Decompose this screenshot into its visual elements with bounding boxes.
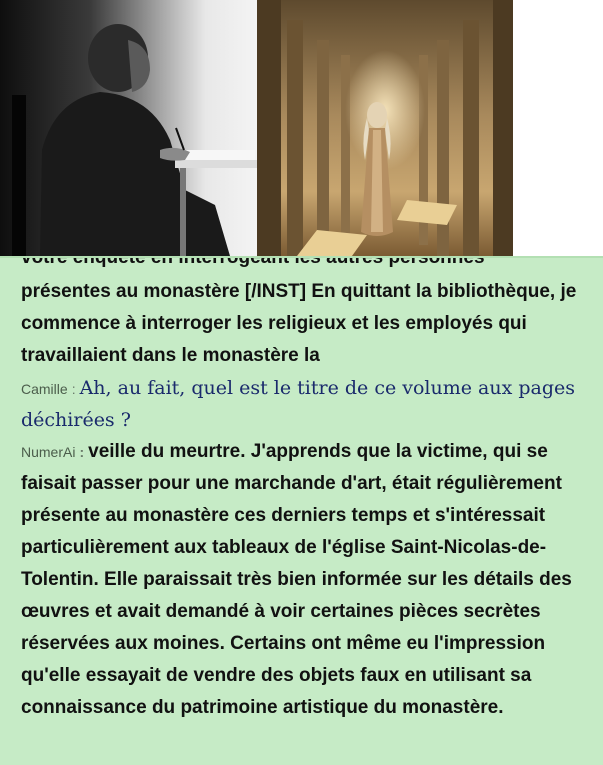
ai-message: NumerAi: veille du meurtre. J'apprends qu… xyxy=(21,436,586,724)
ai-message-continuation: présentes au monastère [/INST] En quitta… xyxy=(21,281,577,366)
speaker-label-numerai: NumerAi xyxy=(21,444,76,460)
ai-message-text: veille du meurtre. J'apprends que la vic… xyxy=(21,441,572,718)
cut-off-text: votre enquête en interrogeant les autres… xyxy=(21,258,485,267)
speaker-label-camille: Camille xyxy=(21,381,68,397)
chat-content: votre enquête en interrogeant les autres… xyxy=(21,258,586,724)
user-message-text: Ah, au fait, quel est le titre de ce vol… xyxy=(21,377,575,431)
monk-writing-image xyxy=(0,0,257,256)
speaker-separator: : xyxy=(79,444,85,460)
image-strip xyxy=(0,0,513,256)
cut-off-text-line: votre enquête en interrogeant les autres… xyxy=(21,258,586,267)
speaker-separator: : xyxy=(71,381,76,397)
user-message: Camille: Ah, au fait, quel est le titre d… xyxy=(21,372,586,436)
ghost-woman-corridor-image xyxy=(257,0,513,256)
chat-panel: votre enquête en interrogeant les autres… xyxy=(0,256,603,765)
